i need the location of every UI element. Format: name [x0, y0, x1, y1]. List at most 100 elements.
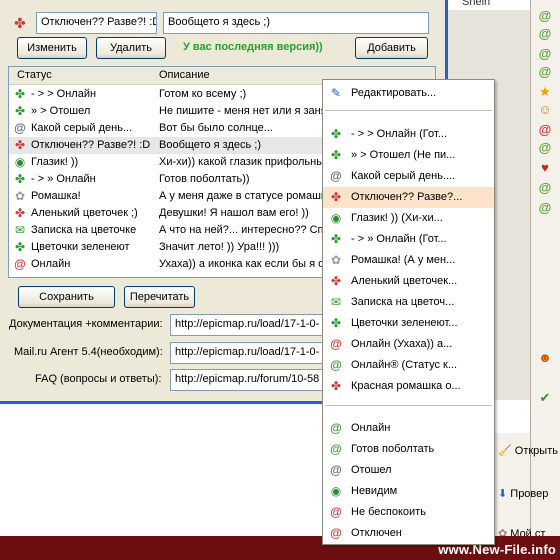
- busy-icon: @: [330, 505, 342, 519]
- menu-item-status[interactable]: ✤ - > > Онлайн (Гот...: [323, 124, 494, 145]
- menu-item-status[interactable]: @ Какой серый день....: [323, 166, 494, 187]
- menu-item-label: Аленький цветочек...: [351, 275, 458, 287]
- row-status: Цветочки зеленеют: [31, 241, 130, 253]
- busy-icon: @: [330, 337, 342, 351]
- red-clover-icon: ✤: [14, 206, 26, 220]
- menu-item-label: Онлайн (Ухаха)) а...: [351, 338, 453, 350]
- online-icon[interactable]: @: [537, 8, 553, 24]
- smiley-icon[interactable]: ☺: [537, 102, 553, 118]
- download-icon: ⬇: [498, 488, 508, 500]
- row-status: Глазик! )): [31, 156, 79, 168]
- menu-item-status[interactable]: ✿ Ромашка! (А у мен...: [323, 250, 494, 271]
- online-icon[interactable]: @: [537, 200, 553, 216]
- menu-item-label: Цветочки зеленеют...: [351, 317, 458, 329]
- status-title-input[interactable]: Отключен?? Разве?! :D: [36, 12, 157, 34]
- menu-item-label: - > » Онлайн (Гот...: [351, 233, 447, 245]
- menu-item-status[interactable]: ✤ - > » Онлайн (Гот...: [323, 229, 494, 250]
- pencil-icon: ✎: [330, 86, 342, 100]
- menu-item-label: Записка на цветоч...: [351, 296, 455, 308]
- online-icon: @: [330, 421, 342, 435]
- agent-label: Mail.ru Агент 5.4(необходим):: [14, 346, 163, 358]
- online-icon[interactable]: @: [537, 140, 553, 156]
- menu-separator: [325, 110, 492, 111]
- background-text-fragment: Snein: [462, 0, 491, 8]
- menu-item-label: Отключен?? Разве?...: [351, 191, 463, 203]
- reread-button[interactable]: Перечитать: [124, 286, 195, 308]
- menu-item-status[interactable]: @ Отошел: [323, 460, 494, 481]
- row-status: Какой серый день...: [31, 122, 133, 134]
- column-header-description[interactable]: Описание: [159, 69, 210, 81]
- background-menu-item[interactable]: 🧹 Открыть: [498, 444, 558, 457]
- agent-url-field[interactable]: http://epicmap.ru/load/17-1-0-: [170, 342, 330, 364]
- red-clover-icon: ✤: [14, 138, 26, 152]
- online-icon[interactable]: @: [537, 64, 553, 80]
- online-icon[interactable]: @: [537, 180, 553, 196]
- row-status: Отключен?? Разве?! :D: [31, 139, 151, 151]
- menu-item-status[interactable]: ✤ Красная ромашка о...: [323, 376, 494, 397]
- menu-item-status[interactable]: @ Не беспокоить: [323, 502, 494, 523]
- menu-item-status[interactable]: ◉ Невидим: [323, 481, 494, 502]
- eye-icon: ◉: [330, 484, 342, 498]
- menu-item-label: Не беспокоить: [351, 506, 426, 518]
- avatar-icon[interactable]: ☻: [537, 350, 553, 366]
- menu-item-status[interactable]: @ Онлайн® (Статус к...: [323, 355, 494, 376]
- faq-url-field[interactable]: http://epicmap.ru/forum/10-58: [170, 369, 330, 391]
- online-icon[interactable]: @: [537, 46, 553, 62]
- online-icon: @: [330, 442, 342, 456]
- status-description-input[interactable]: Вообщето я здесь ;): [163, 12, 429, 34]
- note-icon: ✉: [14, 223, 26, 237]
- green-clover-icon: ✤: [330, 127, 342, 141]
- menu-item-label: Глазик! )) (Хи-хи...: [351, 212, 443, 224]
- flower-icon: ✿: [14, 189, 26, 203]
- current-status-icon[interactable]: ✤: [14, 15, 26, 32]
- green-clover-icon: ✤: [14, 104, 26, 118]
- menu-item-label: Отошел: [351, 464, 392, 476]
- online-icon[interactable]: @: [537, 26, 553, 42]
- menu-item-label: Какой серый день....: [351, 170, 456, 182]
- row-status: Онлайн: [31, 258, 71, 270]
- save-button[interactable]: Сохранить: [18, 286, 115, 308]
- row-status: Аленький цветочек ;): [31, 207, 138, 219]
- menu-item-label: Красная ромашка о...: [351, 380, 461, 392]
- green-clover-icon: ✤: [330, 232, 342, 246]
- menu-item-status[interactable]: ✤ Аленький цветочек...: [323, 271, 494, 292]
- row-status: - > » Онлайн: [31, 173, 96, 185]
- green-clover-icon: ✤: [14, 240, 26, 254]
- menu-item-label: Онлайн® (Статус к...: [351, 359, 458, 371]
- change-button[interactable]: Изменить: [17, 37, 87, 59]
- busy-icon[interactable]: @: [537, 122, 553, 138]
- away-icon: @: [330, 169, 342, 183]
- red-clover-icon: ✤: [330, 379, 342, 393]
- background-menu-item[interactable]: ⬇ Провер: [498, 487, 548, 500]
- star-icon[interactable]: ★: [537, 84, 553, 100]
- menu-item-label: Ромашка! (А у мен...: [351, 254, 456, 266]
- heart-icon[interactable]: ♥: [537, 160, 553, 176]
- menu-item-status[interactable]: ✤ » > Отошел (Не пи...: [323, 145, 494, 166]
- eye-icon: ◉: [330, 211, 342, 225]
- delete-button[interactable]: Удалить: [96, 37, 166, 59]
- menu-item-status[interactable]: ✉ Записка на цветоч...: [323, 292, 494, 313]
- note-icon: ✉: [330, 295, 342, 309]
- flower-icon: ✿: [330, 253, 342, 267]
- away-icon: @: [14, 121, 26, 135]
- red-clover-icon: ✤: [330, 274, 342, 288]
- docs-url-field[interactable]: http://epicmap.ru/load/17-1-0-: [170, 314, 330, 336]
- add-button[interactable]: Добавить: [355, 37, 428, 59]
- version-status-text: У вас последняя версия)): [183, 41, 323, 53]
- menu-item-edit[interactable]: ✎ Редактировать...: [323, 83, 494, 104]
- menu-item-status[interactable]: @ Готов поболтать: [323, 439, 494, 460]
- column-header-status[interactable]: Статус: [17, 69, 52, 81]
- menu-item-status[interactable]: ✤ Отключен?? Разве?...: [323, 187, 494, 208]
- check-icon[interactable]: ✔: [537, 390, 553, 406]
- menu-item-status[interactable]: ✤ Цветочки зеленеют...: [323, 313, 494, 334]
- green-clover-icon: ✤: [14, 172, 26, 186]
- menu-item-status[interactable]: @ Онлайн: [323, 418, 494, 439]
- menu-item-status[interactable]: ◉ Глазик! )) (Хи-хи...: [323, 208, 494, 229]
- contact-list-strip: @ @ @ @ ★ ☺ @ @ ♥ @ @ ☻ ✔: [530, 0, 560, 540]
- menu-item-label: Отключен: [351, 527, 402, 539]
- row-status: » > Отошел: [31, 105, 91, 117]
- menu-item-label: » > Отошел (Не пи...: [351, 149, 456, 161]
- busy-icon: @: [330, 526, 342, 540]
- menu-item-status[interactable]: @ Отключен: [323, 523, 494, 544]
- menu-item-status[interactable]: @ Онлайн (Ухаха)) а...: [323, 334, 494, 355]
